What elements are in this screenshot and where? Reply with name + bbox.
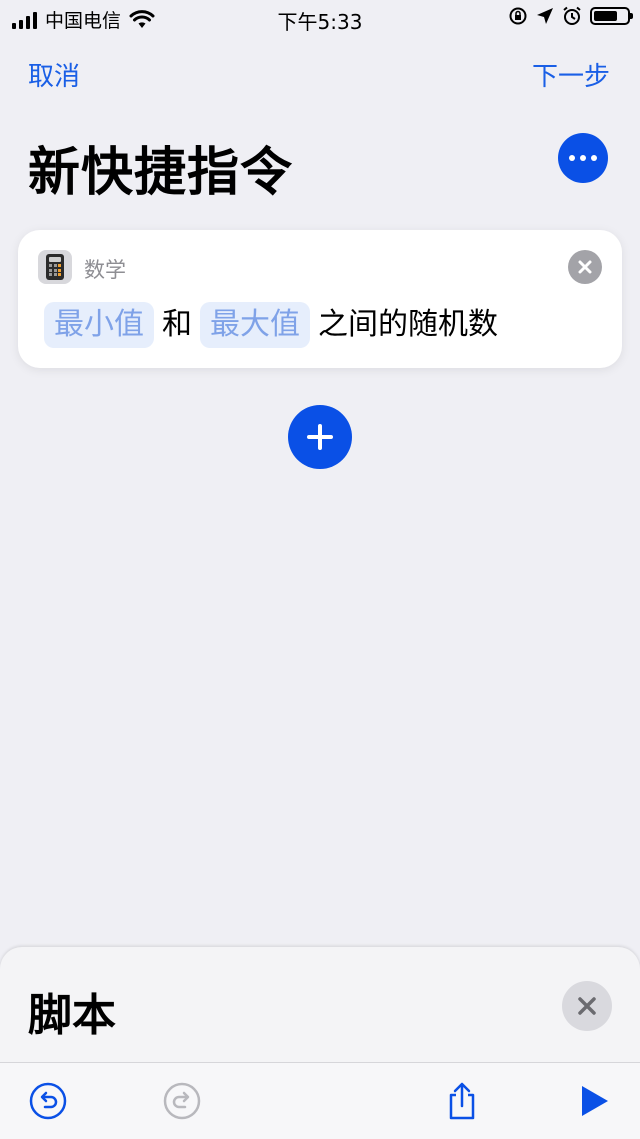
undo-icon <box>29 1082 67 1120</box>
redo-icon <box>163 1082 201 1120</box>
share-icon <box>449 1082 475 1120</box>
add-action-button[interactable] <box>288 405 352 469</box>
bottom-toolbar <box>0 1062 640 1139</box>
redo-button[interactable] <box>162 1081 202 1121</box>
close-icon <box>578 997 596 1015</box>
play-icon <box>582 1086 608 1116</box>
ellipsis-icon <box>569 155 575 161</box>
next-step-button[interactable]: 下一步 <box>532 56 610 93</box>
close-icon <box>578 260 592 274</box>
remove-action-button[interactable] <box>568 250 602 284</box>
action-parameter-row: 最小值 和 最大值 之间的随机数 <box>44 302 506 348</box>
status-right <box>508 6 633 26</box>
sheet-title: 脚本 <box>28 990 116 1041</box>
more-options-button[interactable] <box>558 133 608 183</box>
connector-text: 和 <box>162 307 192 342</box>
action-category-label: 数学 <box>84 258 126 282</box>
status-bar: 中国电信 下午5:33 <box>0 0 640 36</box>
plus-icon <box>307 424 333 450</box>
page-title: 新快捷指令 <box>28 143 294 203</box>
undo-button[interactable] <box>28 1081 68 1121</box>
max-value-token[interactable]: 最大值 <box>200 302 310 348</box>
battery-icon <box>590 7 633 25</box>
close-sheet-button[interactable] <box>562 981 612 1031</box>
cancel-button[interactable]: 取消 <box>28 56 80 93</box>
run-button[interactable] <box>574 1081 614 1121</box>
calculator-icon <box>38 250 72 284</box>
orientation-lock-icon <box>509 7 527 25</box>
share-button[interactable] <box>442 1081 482 1121</box>
action-suffix-text: 之间的随机数 <box>318 307 498 342</box>
random-number-action-card[interactable]: 数学 最小值 和 最大值 之间的随机数 <box>18 230 622 368</box>
min-value-token[interactable]: 最小值 <box>44 302 154 348</box>
scripting-sheet: 脚本 <box>0 947 640 1067</box>
location-arrow-icon <box>537 8 553 24</box>
alarm-icon <box>563 6 581 25</box>
